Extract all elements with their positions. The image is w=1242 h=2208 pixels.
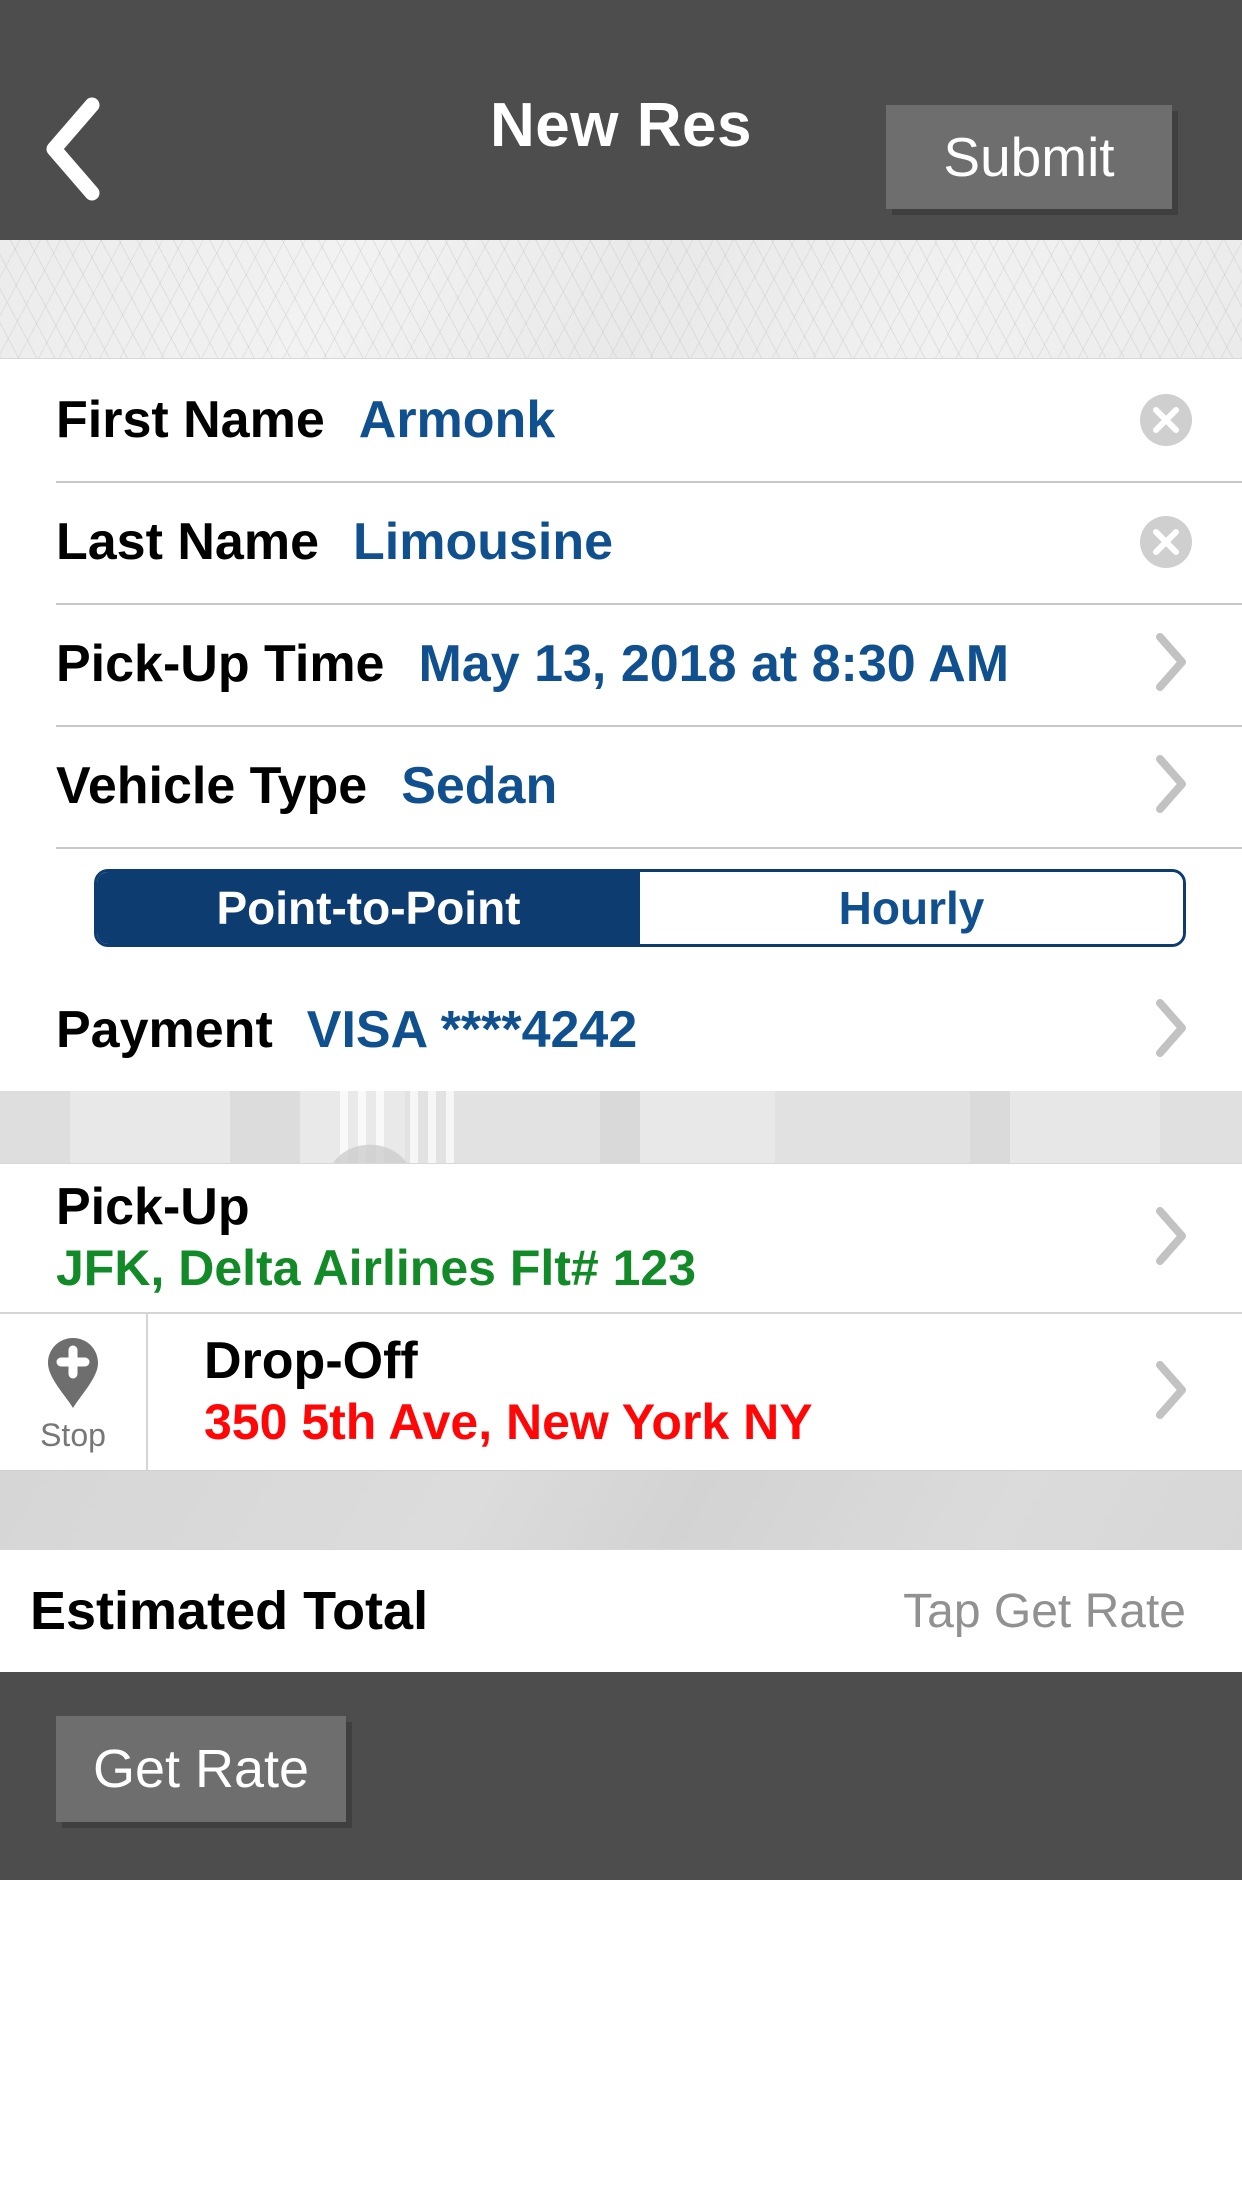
- estimated-total-value: Tap Get Rate: [903, 1584, 1186, 1638]
- row-pickup-location[interactable]: Pick-Up JFK, Delta Airlines Flt# 123: [0, 1164, 1242, 1312]
- chevron-right-icon[interactable]: [1154, 997, 1190, 1064]
- row-estimated-total: Estimated Total Tap Get Rate: [0, 1550, 1242, 1672]
- row-last-name[interactable]: Last Name Limousine: [0, 481, 1242, 603]
- row-first-name[interactable]: First Name Armonk: [0, 359, 1242, 481]
- top-navigation-bar: New Res Submit: [0, 0, 1242, 240]
- last-name-value[interactable]: Limousine: [353, 512, 613, 572]
- payment-value: VISA ****4242: [306, 1001, 638, 1059]
- dropoff-title: Drop-Off: [204, 1332, 418, 1391]
- back-button[interactable]: [18, 94, 128, 204]
- dropoff-address: 350 5th Ave, New York NY: [204, 1393, 813, 1450]
- add-stop-label: Stop: [40, 1416, 106, 1453]
- get-rate-button[interactable]: Get Rate: [56, 1716, 346, 1822]
- pickup-time-value: May 13, 2018 at 8:30 AM: [418, 635, 1010, 693]
- estimated-total-label: Estimated Total: [30, 1581, 429, 1641]
- reservation-form: First Name Armonk Last Name Limousine Pi…: [0, 359, 1242, 1091]
- pickup-title: Pick-Up: [56, 1178, 250, 1237]
- pickup-time-label: Pick-Up Time: [56, 635, 385, 693]
- chevron-left-icon: [42, 97, 104, 201]
- clear-icon[interactable]: [1138, 514, 1194, 570]
- vehicle-type-label: Vehicle Type: [56, 757, 368, 815]
- reservation-screen: New Res Submit First Name Armonk Last Na…: [0, 0, 1242, 2208]
- segment-point-to-point[interactable]: Point-to-Point: [97, 872, 640, 944]
- dropoff-text-block: Drop-Off 350 5th Ave, New York NY: [204, 1332, 813, 1450]
- row-payment[interactable]: Payment VISA ****4242: [0, 969, 1242, 1091]
- submit-button-label: Submit: [943, 126, 1115, 188]
- chevron-right-icon[interactable]: [1154, 631, 1190, 698]
- pickup-address: JFK, Delta Airlines Flt# 123: [56, 1239, 697, 1296]
- get-rate-button-label: Get Rate: [92, 1739, 310, 1799]
- chevron-right-icon[interactable]: [1154, 1205, 1190, 1272]
- page-title: New Res: [490, 90, 752, 160]
- chevron-right-icon[interactable]: [1154, 753, 1190, 820]
- bottom-banner-image: [0, 1470, 1242, 1550]
- first-name-label: First Name: [56, 391, 325, 449]
- map-pin-plus-icon: [42, 1334, 104, 1417]
- row-vehicle-type[interactable]: Vehicle Type Sedan: [0, 725, 1242, 847]
- add-stop-button[interactable]: Stop: [0, 1314, 148, 1470]
- row-dropoff-location[interactable]: Stop Drop-Off 350 5th Ave, New York NY: [0, 1312, 1242, 1470]
- submit-button[interactable]: Submit: [886, 105, 1172, 209]
- row-trip-type: Point-to-Point Hourly: [0, 847, 1242, 969]
- dropoff-body: Drop-Off 350 5th Ave, New York NY: [148, 1314, 1242, 1470]
- skyline-banner-image: [0, 1091, 1242, 1164]
- payment-label: Payment: [56, 1001, 273, 1059]
- row-pickup-time[interactable]: Pick-Up Time May 13, 2018 at 8:30 AM: [0, 603, 1242, 725]
- chevron-right-icon[interactable]: [1154, 1359, 1190, 1426]
- segment-hourly[interactable]: Hourly: [640, 872, 1183, 944]
- hero-banner-image: [0, 240, 1242, 359]
- first-name-value[interactable]: Armonk: [359, 390, 555, 450]
- trip-type-segmented-control[interactable]: Point-to-Point Hourly: [94, 869, 1186, 947]
- bottom-toolbar: Get Rate: [0, 1672, 1242, 1880]
- clear-icon[interactable]: [1138, 392, 1194, 448]
- last-name-label: Last Name: [56, 513, 319, 571]
- pickup-text-block: Pick-Up JFK, Delta Airlines Flt# 123: [56, 1178, 697, 1296]
- vehicle-type-value: Sedan: [401, 757, 558, 815]
